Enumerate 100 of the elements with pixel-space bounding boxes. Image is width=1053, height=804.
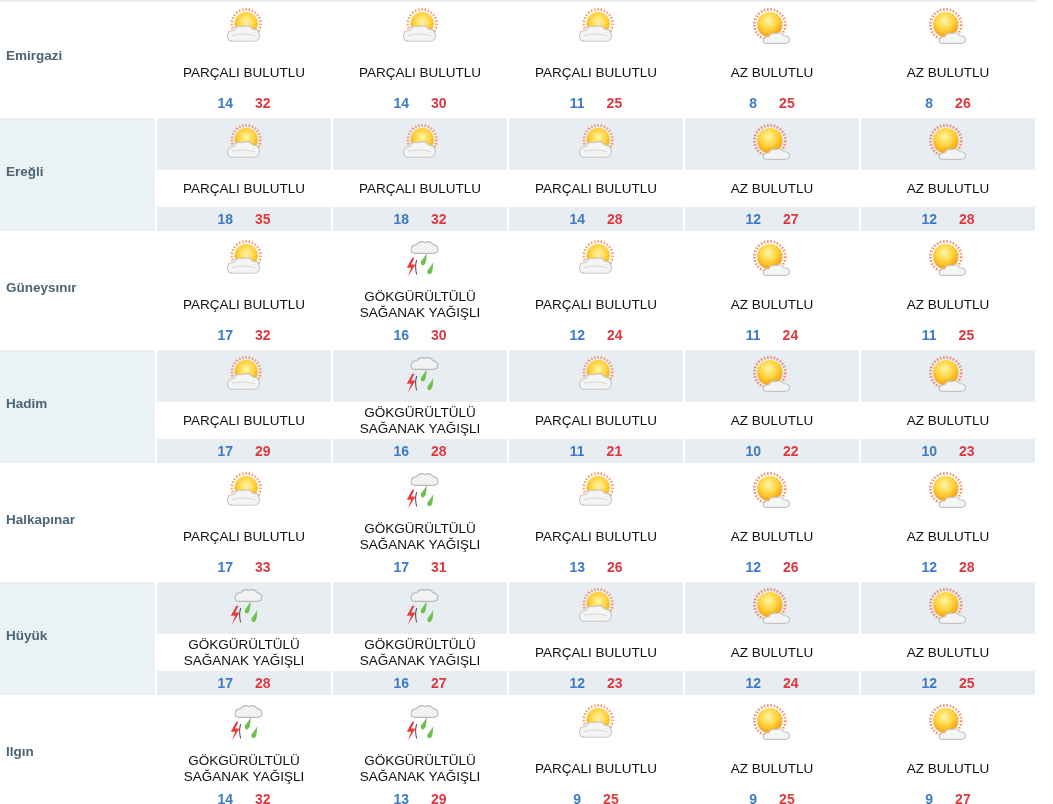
low-temperature: 10 bbox=[745, 443, 761, 459]
location-name: Halkapınar bbox=[5, 511, 77, 529]
high-temperature: 25 bbox=[959, 675, 975, 691]
weather-condition: PARÇALI BULUTLU bbox=[534, 296, 657, 313]
weather-condition: GÖKGÜRÜLTÜLÜ SAĞANAK YAĞIŞLI bbox=[358, 288, 482, 321]
weather-condition: AZ BULUTLU bbox=[730, 528, 814, 545]
high-temperature: 24 bbox=[782, 327, 799, 343]
weather-condition: PARÇALI BULUTLU bbox=[182, 412, 305, 429]
low-temperature: 17 bbox=[217, 443, 233, 459]
low-temperature: 14 bbox=[393, 95, 409, 111]
weather-condition: PARÇALI BULUTLU bbox=[182, 180, 305, 197]
low-temperature: 14 bbox=[217, 791, 233, 804]
weather-condition: AZ BULUTLU bbox=[730, 180, 814, 197]
low-temperature: 11 bbox=[745, 327, 761, 343]
weather-condition: AZ BULUTLU bbox=[730, 296, 814, 313]
high-temperature: 28 bbox=[959, 211, 975, 227]
weather-condition: PARÇALI BULUTLU bbox=[182, 528, 305, 545]
high-temperature: 25 bbox=[779, 95, 795, 111]
high-temperature: 30 bbox=[431, 95, 447, 111]
low-temperature: 14 bbox=[217, 95, 233, 111]
weather-condition: GÖKGÜRÜLTÜLÜ SAĞANAK YAĞIŞLI bbox=[358, 520, 482, 553]
weather-condition: GÖKGÜRÜLTÜLÜ SAĞANAK YAĞIŞLI bbox=[358, 636, 482, 669]
high-temperature: 32 bbox=[255, 95, 271, 111]
high-temperature: 29 bbox=[255, 443, 271, 459]
low-temperature: 9 bbox=[925, 791, 934, 804]
location-name: Ereğli bbox=[0, 118, 155, 231]
weather-condition: AZ BULUTLU bbox=[730, 644, 814, 661]
weather-condition: PARÇALI BULUTLU bbox=[534, 412, 657, 429]
high-temperature: 31 bbox=[431, 559, 447, 575]
weather-condition: GÖKGÜRÜLTÜLÜ SAĞANAK YAĞIŞLI bbox=[182, 636, 306, 669]
weather-condition: GÖKGÜRÜLTÜLÜ SAĞANAK YAĞIŞLI bbox=[182, 752, 306, 785]
low-temperature: 14 bbox=[569, 211, 585, 227]
weather-condition: AZ BULUTLU bbox=[730, 64, 814, 81]
low-temperature: 18 bbox=[217, 211, 233, 227]
low-temperature: 17 bbox=[217, 327, 233, 343]
low-temperature: 12 bbox=[569, 327, 585, 343]
high-temperature: 28 bbox=[431, 443, 447, 459]
weather-condition: PARÇALI BULUTLU bbox=[534, 760, 657, 777]
high-temperature: 26 bbox=[955, 95, 971, 111]
high-temperature: 33 bbox=[255, 559, 271, 575]
weather-condition: AZ BULUTLU bbox=[906, 180, 990, 197]
location-name: Hadim bbox=[0, 350, 155, 463]
low-temperature: 12 bbox=[745, 211, 761, 227]
high-temperature: 28 bbox=[607, 211, 623, 227]
high-temperature: 26 bbox=[783, 559, 799, 575]
high-temperature: 27 bbox=[431, 675, 447, 691]
weather-condition: AZ BULUTLU bbox=[906, 412, 990, 429]
weather-condition: PARÇALI BULUTLU bbox=[358, 180, 481, 197]
weather-condition: PARÇALI BULUTLU bbox=[182, 64, 305, 81]
weather-condition: GÖKGÜRÜLTÜLÜ SAĞANAK YAĞIŞLI bbox=[358, 752, 482, 785]
weather-condition: AZ BULUTLU bbox=[730, 412, 814, 429]
low-temperature: 12 bbox=[745, 675, 761, 691]
high-temperature: 32 bbox=[255, 791, 271, 804]
weather-condition: AZ BULUTLU bbox=[906, 528, 990, 545]
low-temperature: 18 bbox=[393, 211, 409, 227]
high-temperature: 27 bbox=[783, 211, 799, 227]
high-temperature: 32 bbox=[431, 211, 447, 227]
location-name: Hüyük bbox=[0, 582, 155, 695]
weather-condition: AZ BULUTLU bbox=[906, 760, 990, 777]
low-temperature: 16 bbox=[393, 327, 409, 343]
high-temperature: 29 bbox=[431, 791, 447, 804]
weather-condition: GÖKGÜRÜLTÜLÜ SAĞANAK YAĞIŞLI bbox=[358, 404, 482, 437]
high-temperature: 23 bbox=[959, 443, 975, 459]
low-temperature: 8 bbox=[749, 95, 758, 111]
high-temperature: 23 bbox=[607, 675, 623, 691]
weather-condition: AZ BULUTLU bbox=[906, 64, 990, 81]
high-temperature: 28 bbox=[959, 559, 975, 575]
weather-condition: PARÇALI BULUTLU bbox=[358, 64, 481, 81]
low-temperature: 17 bbox=[393, 559, 409, 575]
low-temperature: 13 bbox=[569, 559, 585, 575]
low-temperature: 11 bbox=[921, 327, 937, 343]
high-temperature: 32 bbox=[255, 327, 271, 343]
weather-condition: AZ BULUTLU bbox=[906, 644, 990, 661]
high-temperature: 25 bbox=[603, 791, 619, 804]
low-temperature: 16 bbox=[393, 443, 409, 459]
low-temperature: 9 bbox=[573, 791, 582, 804]
low-temperature: 10 bbox=[921, 443, 937, 459]
high-temperature: 28 bbox=[255, 675, 271, 691]
low-temperature: 12 bbox=[745, 559, 761, 575]
location-name: Ilgın bbox=[5, 743, 35, 761]
low-temperature: 11 bbox=[569, 95, 585, 111]
low-temperature: 11 bbox=[569, 443, 585, 459]
low-temperature: 8 bbox=[925, 95, 934, 111]
high-temperature: 24 bbox=[783, 675, 799, 691]
location-name: Güneysınır bbox=[5, 279, 78, 297]
low-temperature: 9 bbox=[749, 791, 758, 804]
low-temperature: 13 bbox=[393, 791, 409, 804]
high-temperature: 24 bbox=[607, 327, 623, 343]
low-temperature: 17 bbox=[217, 675, 233, 691]
weather-condition: PARÇALI BULUTLU bbox=[534, 528, 657, 545]
high-temperature: 27 bbox=[955, 791, 971, 804]
low-temperature: 12 bbox=[569, 675, 585, 691]
high-temperature: 25 bbox=[958, 327, 975, 343]
low-temperature: 17 bbox=[217, 559, 233, 575]
high-temperature: 30 bbox=[431, 327, 447, 343]
weather-condition: PARÇALI BULUTLU bbox=[182, 296, 305, 313]
location-name: Emirgazi bbox=[5, 47, 64, 65]
weather-condition: PARÇALI BULUTLU bbox=[534, 64, 657, 81]
low-temperature: 12 bbox=[921, 559, 937, 575]
high-temperature: 21 bbox=[606, 443, 623, 459]
